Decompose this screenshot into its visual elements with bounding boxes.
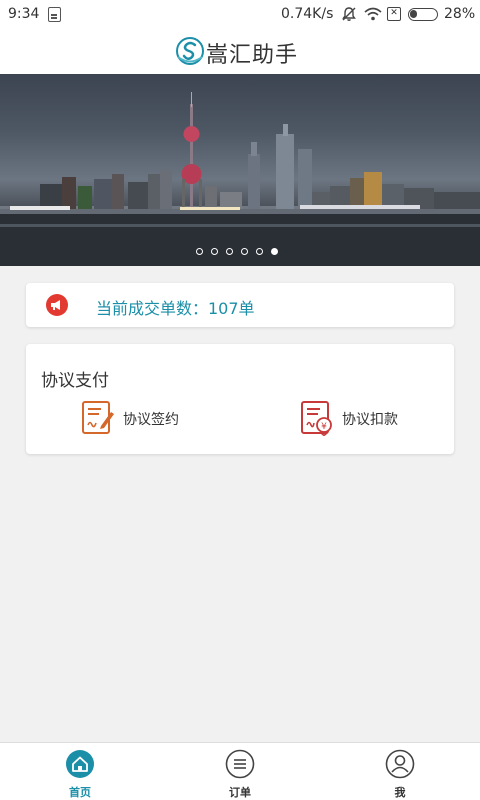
app-header: 嵩汇助手 [0,30,480,74]
nav-home-label: 首页 [69,786,91,799]
status-bar: 9:34 0.74K/s ✕ 28% [0,0,480,30]
carousel-indicator [196,248,292,256]
network-speed: 0.74K/s [281,6,334,22]
banner-carousel[interactable] [0,74,480,266]
protocol-payment-card: 协议支付 协议签约 ¥ 协议扣款 [26,344,454,454]
contract-debit-icon: ¥ [301,401,332,436]
carousel-dot[interactable] [241,248,248,255]
protocol-debit-label: 协议扣款 [342,412,398,428]
songhui-logo-icon [176,37,204,65]
no-sim-icon: ✕ [387,7,401,21]
app-title: 嵩汇助手 [206,43,299,68]
protocol-debit-button[interactable]: ¥ 协议扣款 [300,400,420,436]
nav-orders-label: 订单 [229,786,251,799]
svg-text:¥: ¥ [321,422,327,432]
nav-orders[interactable]: 订单 [200,743,280,800]
transaction-notice-card: 当前成交单数：107单 [26,283,454,327]
protocol-sign-button[interactable]: 协议签约 [81,400,201,436]
mute-bell-icon [342,7,356,21]
status-time: 9:34 [8,6,40,22]
transaction-count-text: 当前成交单数：107单 [96,299,255,318]
bottom-navigation: 首页 订单 我 [0,742,480,800]
carousel-dot[interactable] [196,248,203,255]
nav-home[interactable]: 首页 [40,743,120,800]
orders-icon [225,749,255,779]
megaphone-icon [46,294,68,316]
profile-icon [385,749,415,779]
contract-sign-icon [82,401,114,434]
nav-profile-label: 我 [394,786,406,799]
home-icon [66,750,94,778]
skyline-image [0,92,480,266]
carousel-dot[interactable] [256,248,263,255]
battery-percent: 28% [444,6,476,22]
carousel-dot[interactable] [211,248,218,255]
battery-icon [408,8,438,21]
wifi-icon [364,7,382,21]
protocol-sign-label: 协议签约 [123,412,179,428]
sim-card-icon [48,7,61,22]
nav-profile[interactable]: 我 [360,743,440,800]
carousel-dot[interactable] [271,248,278,255]
section-heading: 协议支付 [41,371,109,391]
carousel-dot[interactable] [226,248,233,255]
